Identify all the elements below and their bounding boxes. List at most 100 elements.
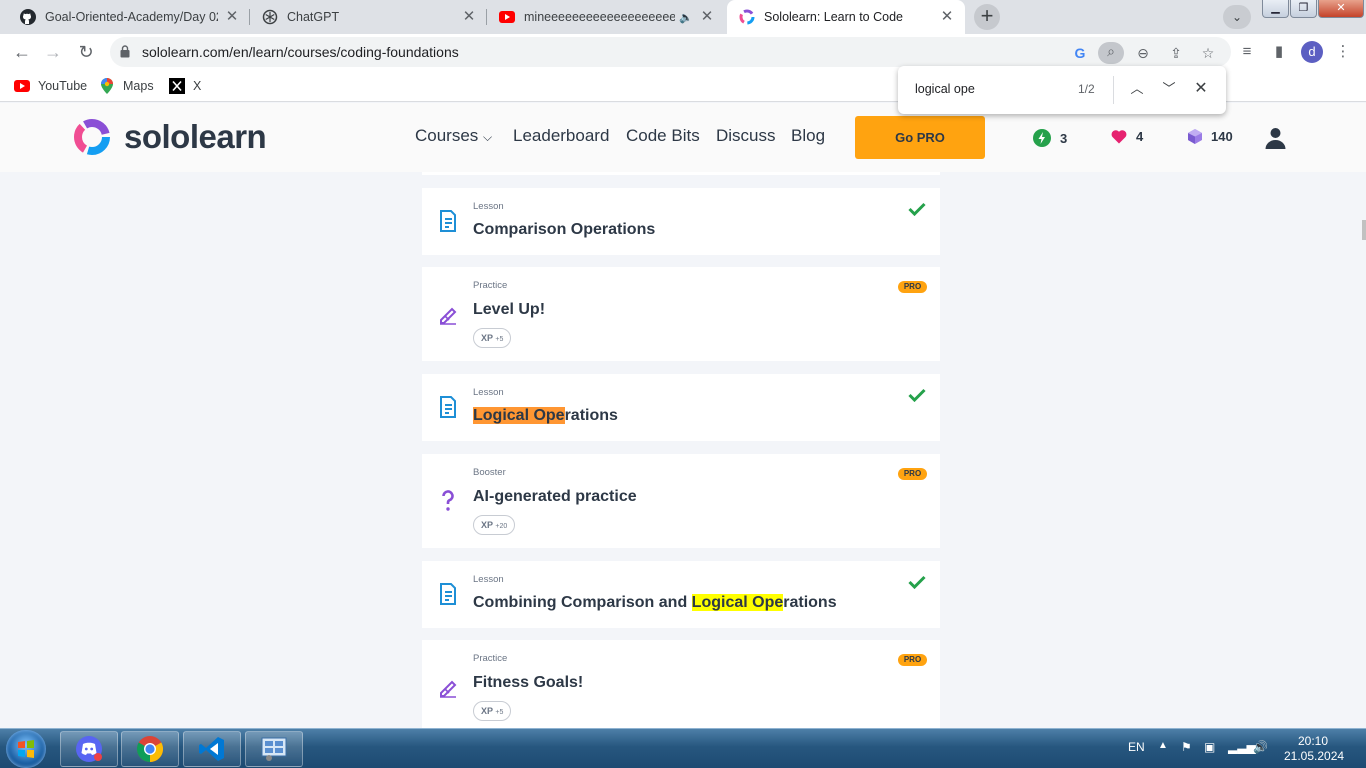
taskbar-discord[interactable] <box>60 731 118 767</box>
forward-arrow-icon[interactable]: → <box>42 41 64 63</box>
find-input[interactable]: logical ope <box>915 82 975 96</box>
find-in-page-bar: logical ope 1/2 ︿ ﹀ ✕ <box>898 66 1226 114</box>
bookmark-x[interactable]: X <box>169 76 201 96</box>
tab-youtube[interactable]: mineeeeeeeeeeeeeeeeeeeeeeeee 🔈 ✕ <box>487 0 725 34</box>
nav-discuss[interactable]: Discuss <box>716 126 776 146</box>
nav-courses[interactable]: Courses ⌵ <box>415 126 492 146</box>
course-content: Lesson Comparison Operations Practice Le… <box>0 172 1366 728</box>
user-avatar-icon[interactable] <box>1265 127 1286 149</box>
list-item-previous[interactable] <box>422 172 940 175</box>
window-close-button[interactable]: ✕ <box>1318 0 1364 18</box>
back-arrow-icon[interactable]: ← <box>11 41 33 63</box>
address-bar[interactable]: sololearn.com/en/learn/courses/coding-fo… <box>110 37 1231 67</box>
clock-time: 20:10 <box>1297 734 1329 748</box>
card-type: Practice <box>473 653 508 664</box>
lock-icon[interactable] <box>120 45 130 58</box>
system-clock[interactable]: 20:10 21.05.2024 <box>1284 734 1344 764</box>
tab-title: Sololearn: Learn to Code <box>764 10 903 24</box>
pro-badge: PRO <box>898 654 927 666</box>
chevron-down-icon[interactable]: ﹀ <box>1159 79 1179 99</box>
gem-icon <box>1188 129 1202 144</box>
nav-blog[interactable]: Blog <box>791 126 825 146</box>
action-center-flag-icon[interactable]: ⚑ <box>1181 740 1192 754</box>
xp-chip: XP +5 <box>473 701 512 721</box>
brand-name: sololearn <box>124 118 267 155</box>
reading-list-icon[interactable]: ≡ <box>1238 43 1256 61</box>
close-icon[interactable]: ✕ <box>224 9 240 25</box>
practice-card[interactable]: Practice Level Up! PRO XP +5 <box>422 267 940 361</box>
minimize-button[interactable]: ▁ <box>1262 0 1289 18</box>
star-icon[interactable]: ☆ <box>1199 44 1217 62</box>
tab-search-button[interactable]: ⌄ <box>1223 5 1251 29</box>
chevron-down-icon: ⌵ <box>483 130 493 144</box>
scrollbar-thumb[interactable] <box>1362 220 1366 240</box>
chatgpt-icon <box>262 9 278 25</box>
zoom-icon[interactable]: ⊖ <box>1134 44 1152 62</box>
tray-expand-icon[interactable]: ▲ <box>1158 740 1168 751</box>
find-match-count: 1/2 <box>1078 82 1095 96</box>
tab-sololearn[interactable]: Sololearn: Learn to Code ✕ <box>727 0 965 34</box>
nav-leaderboard[interactable]: Leaderboard <box>513 126 609 146</box>
bookmark-youtube[interactable]: YouTube <box>14 76 87 96</box>
close-icon[interactable]: ✕ <box>1191 79 1211 99</box>
share-icon[interactable]: ⇪ <box>1167 44 1185 62</box>
tab-title: ChatGPT <box>287 10 340 24</box>
lesson-icon <box>440 583 456 605</box>
restore-button[interactable]: ❐ <box>1290 0 1317 18</box>
tab-github[interactable]: Goal-Oriented-Academy/Day 02/ ✕ <box>8 0 250 34</box>
battery-icon[interactable]: ▣ <box>1204 740 1215 754</box>
pro-badge: PRO <box>898 468 927 480</box>
windows-taskbar: EN ▲ ⚑ ▣ ▂▃▅ 🔊 20:10 21.05.2024 <box>0 728 1366 768</box>
question-mark-icon <box>442 490 454 511</box>
taskbar-vscode[interactable] <box>183 731 241 767</box>
sololearn-logo[interactable]: sololearn <box>72 117 267 157</box>
close-icon[interactable]: ✕ <box>939 9 955 25</box>
volume-icon[interactable]: 🔊 <box>1253 740 1268 754</box>
start-button[interactable] <box>6 730 46 768</box>
speaker-icon[interactable]: 🔈 <box>679 11 693 24</box>
card-title: Combining Comparison and Logical Operati… <box>473 594 837 611</box>
taskbar-control-panel[interactable] <box>245 731 303 767</box>
card-type: Lesson <box>473 201 504 212</box>
tab-chatgpt[interactable]: ChatGPT ✕ <box>250 0 487 34</box>
control-panel-icon <box>261 737 287 761</box>
nav-code-bits[interactable]: Code Bits <box>626 126 700 146</box>
tab-title: Goal-Oriented-Academy/Day 02/ <box>45 10 218 24</box>
lesson-icon <box>440 396 456 418</box>
side-panel-icon[interactable]: ▮ <box>1270 43 1288 61</box>
reload-icon[interactable]: ↻ <box>75 41 97 63</box>
check-icon <box>908 575 926 589</box>
network-signal-icon[interactable]: ▂▃▅ <box>1228 740 1256 754</box>
maps-icon <box>99 78 115 94</box>
lesson-card[interactable]: Lesson Combining Comparison and Logical … <box>422 561 940 628</box>
google-icon[interactable]: G <box>1071 44 1089 62</box>
xp-chip: XP +5 <box>473 328 512 348</box>
close-icon[interactable]: ✕ <box>461 9 477 25</box>
check-icon <box>908 388 926 402</box>
menu-kebab-icon[interactable]: ⋮ <box>1334 43 1352 61</box>
profile-avatar[interactable]: d <box>1301 41 1323 63</box>
chevron-down-icon: ⌄ <box>1231 10 1243 24</box>
url-text: sololearn.com/en/learn/courses/coding-fo… <box>142 44 459 60</box>
card-type: Lesson <box>473 387 504 398</box>
card-title: Comparison Operations <box>473 221 656 238</box>
language-indicator[interactable]: EN <box>1128 740 1145 754</box>
bookmark-maps[interactable]: Maps <box>99 76 154 96</box>
lesson-card[interactable]: Lesson Logical Operations <box>422 374 940 441</box>
go-pro-button[interactable]: Go PRO <box>855 116 985 159</box>
lens-icon[interactable]: ⌕ <box>1098 42 1124 64</box>
close-icon[interactable]: ✕ <box>699 9 715 25</box>
sololearn-icon <box>74 119 110 155</box>
hearts-counter[interactable]: 4 <box>1111 129 1143 144</box>
pencil-icon <box>440 680 457 698</box>
vscode-icon <box>199 737 224 761</box>
booster-card[interactable]: Booster AI-generated practice PRO XP +20 <box>422 454 940 548</box>
streak-counter[interactable]: 3 <box>1033 129 1067 147</box>
new-tab-button[interactable]: + <box>973 4 1001 30</box>
gems-counter[interactable]: 140 <box>1188 129 1233 144</box>
practice-card[interactable]: Practice Fitness Goals! PRO XP +5 <box>422 640 940 728</box>
chevron-up-icon[interactable]: ︿ <box>1127 79 1147 99</box>
taskbar-chrome[interactable] <box>121 731 179 767</box>
lesson-card[interactable]: Lesson Comparison Operations <box>422 188 940 255</box>
find-highlight-match: Logical Ope <box>691 594 784 611</box>
